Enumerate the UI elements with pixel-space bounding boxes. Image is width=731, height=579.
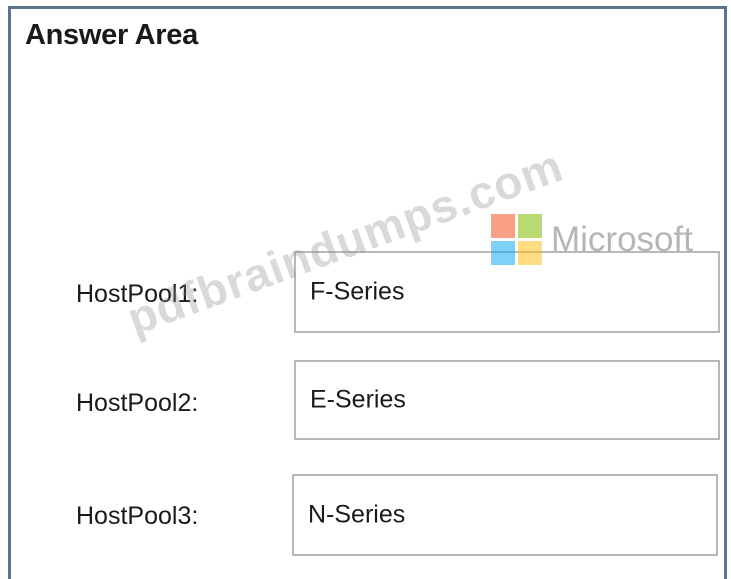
answer-area-title: Answer Area: [25, 19, 198, 51]
hostpool3-answer-box[interactable]: N-Series: [292, 474, 718, 556]
logo-red-square: [491, 214, 515, 238]
hostpool1-answer-value: F-Series: [310, 277, 405, 306]
microsoft-logo-icon: [491, 214, 543, 266]
hostpool2-answer-value: E-Series: [310, 385, 406, 414]
hostpool2-answer-box[interactable]: E-Series: [294, 360, 720, 440]
hostpool2-label: HostPool2:: [76, 389, 199, 417]
logo-green-square: [518, 214, 542, 238]
logo-yellow-square: [518, 241, 542, 265]
logo-blue-square: [491, 241, 515, 265]
hostpool3-answer-value: N-Series: [308, 500, 406, 529]
hostpool1-label: HostPool1:: [76, 280, 199, 308]
hostpool3-label: HostPool3:: [76, 502, 199, 530]
